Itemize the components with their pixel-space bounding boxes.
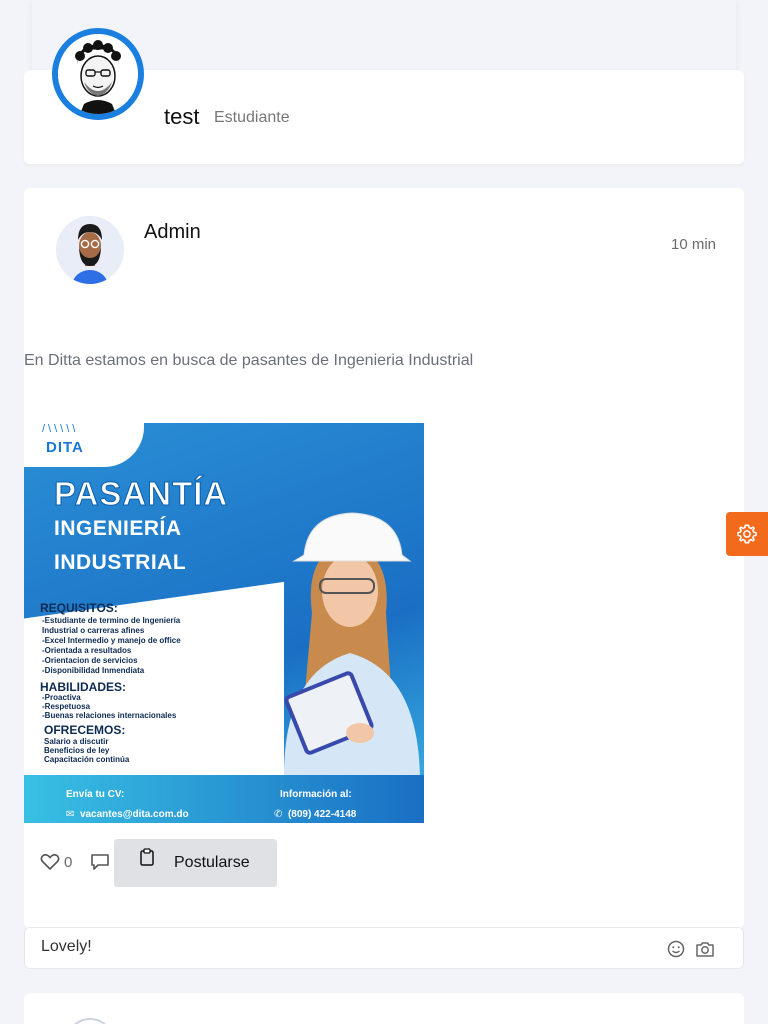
settings-tab[interactable]	[726, 512, 768, 556]
flyer-engineer-photo	[283, 512, 420, 783]
like-count: 0	[64, 854, 73, 871]
flyer-requirement-line: -Orientada a resultados	[42, 646, 132, 655]
avatar-illustration	[58, 34, 138, 114]
apply-button[interactable]: Postularse	[114, 839, 277, 887]
clipboard-icon	[140, 848, 154, 866]
flyer-logo-mark: /\\\\\	[42, 423, 79, 435]
flyer-subtitle-1: INGENIERÍA	[54, 517, 182, 540]
flyer-subtitle-2: INDUSTRIAL	[54, 551, 187, 574]
flyer-cv-label: Envía tu CV:	[66, 789, 125, 800]
emoji-icon[interactable]	[667, 940, 685, 958]
comment-box	[24, 927, 744, 969]
profile-name: test	[164, 104, 200, 129]
post-text: En Ditta estamos en busca de pasantes de…	[24, 352, 474, 369]
flyer-info-phone-row: ✆ (809) 422-4148	[274, 809, 356, 820]
mail-icon: ✉	[66, 809, 80, 820]
post-author-name[interactable]: Admin	[144, 221, 201, 244]
flyer-info-phone: (809) 422-4148	[287, 809, 357, 820]
flyer-logo-text: DITA	[46, 439, 84, 456]
flyer-skills-title: HABILIDADES:	[40, 680, 126, 694]
flyer-requirements-title: REQUISITOS:	[40, 601, 118, 615]
flyer-cv-email: vacantes@dita.com.do	[79, 809, 189, 820]
flyer-offer-title: OFRECEMOS:	[44, 723, 126, 737]
settings-gear-icon	[737, 524, 757, 544]
flyer-requirement-line: -Excel Intermedio y manejo de office	[42, 636, 181, 645]
flyer-requirement-line: -Estudiante de termino de Ingeniería	[42, 616, 181, 625]
flyer-skill-line: -Buenas relaciones internacionales	[42, 711, 177, 720]
phone-icon: ✆	[274, 809, 288, 820]
comment-icon[interactable]	[90, 853, 110, 871]
camera-icon[interactable]	[695, 940, 715, 958]
heart-icon[interactable]	[40, 853, 60, 871]
profile-avatar[interactable]	[52, 28, 144, 120]
flyer-requirement-line: -Disponibilidad Inmendiata	[42, 666, 145, 675]
flyer-info-label: Información al:	[280, 789, 352, 800]
flyer-requirement-line: Industrial o carreras afines	[42, 626, 145, 635]
author-avatar-illustration	[56, 216, 124, 284]
next-post-card	[24, 993, 744, 1024]
flyer-cv-email-row: ✉ vacantes@dita.com.do	[66, 809, 189, 820]
post-timestamp: 10 min	[671, 236, 717, 253]
post-author-avatar[interactable]	[56, 216, 124, 284]
comment-input[interactable]	[41, 938, 641, 956]
profile-role: Estudiante	[214, 109, 290, 126]
apply-button-label: Postularse	[174, 854, 250, 871]
flyer-requirement-line: -Orientacion de servicios	[42, 656, 138, 665]
flyer-offer-line: Capacitación continúa	[44, 755, 130, 764]
flyer-title: PASANTÍA	[53, 475, 229, 513]
post-image-flyer[interactable]: /\\\\\ DITA PASANTÍA INGENIERÍA INDUSTRI…	[24, 423, 424, 823]
